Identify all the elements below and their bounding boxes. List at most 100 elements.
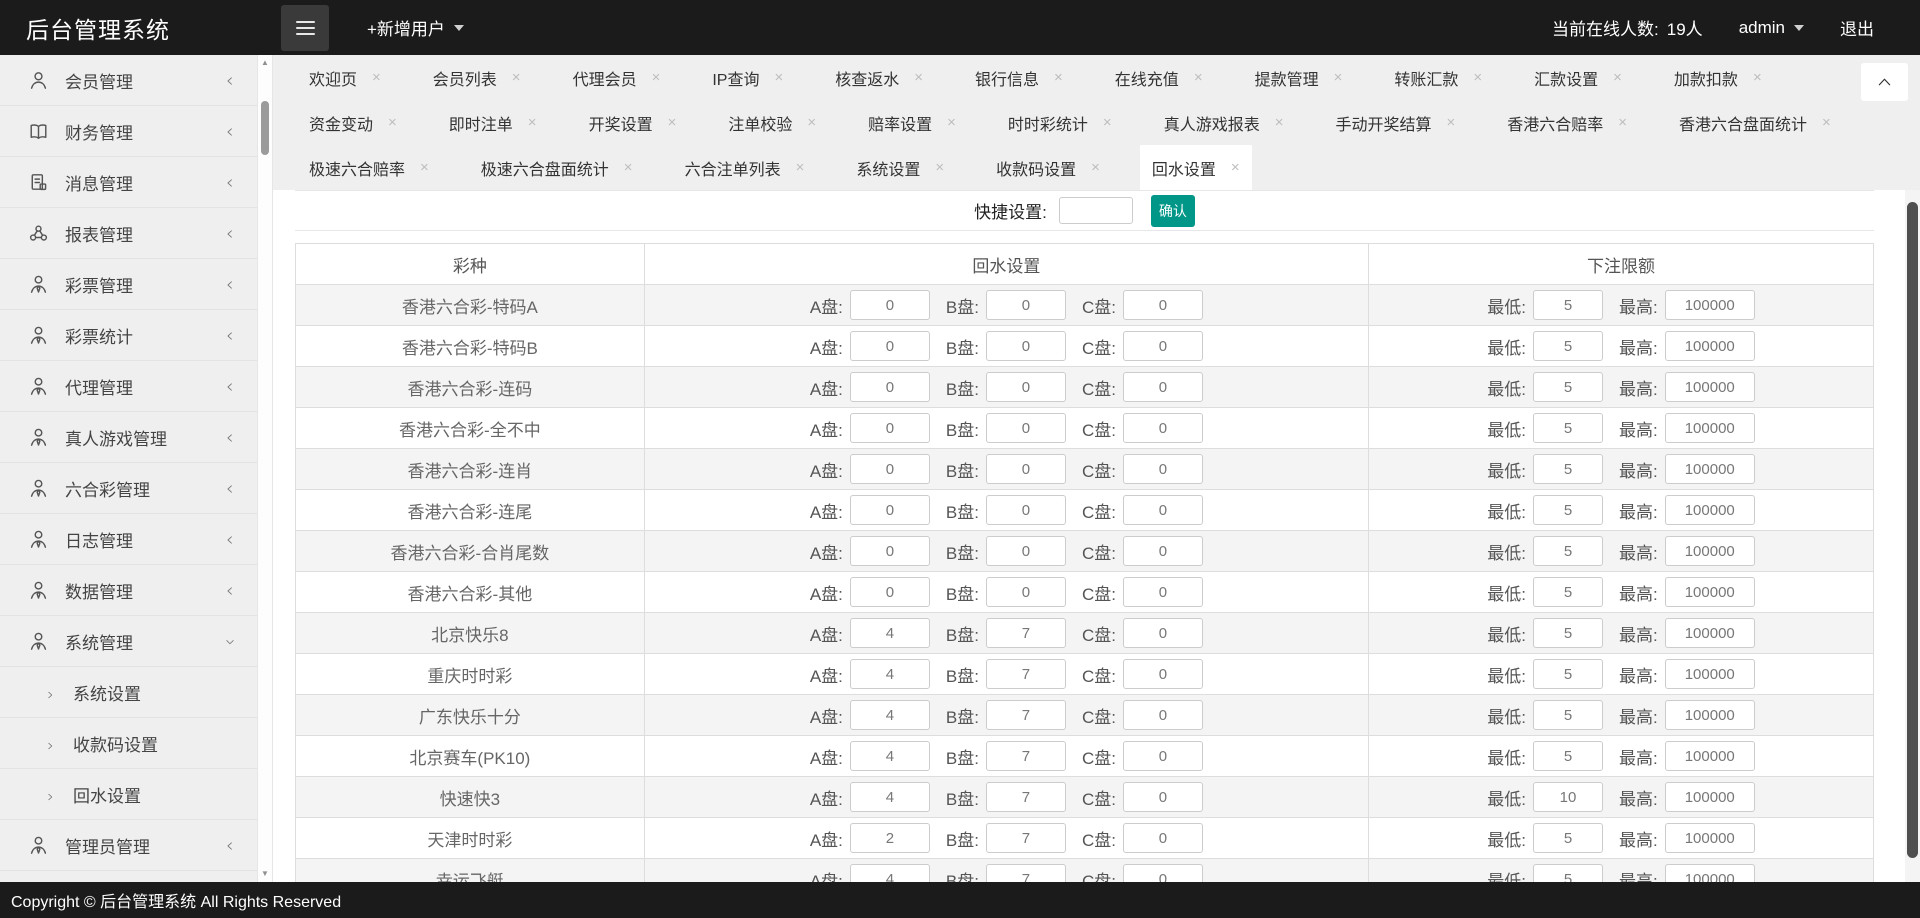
tab-close-icon[interactable]: × [1194,69,1203,86]
tab-close-icon[interactable]: × [1753,69,1762,86]
sidebar-item[interactable]: 彩票管理 [0,259,257,310]
plate-c-input[interactable] [1122,618,1203,648]
sidebar-item[interactable]: 数据管理 [0,565,257,616]
plate-b-input[interactable] [985,700,1066,730]
tab[interactable]: 香港六合赔率 × [1495,100,1639,145]
max-bet-input[interactable] [1664,413,1755,443]
min-bet-input[interactable] [1533,823,1604,853]
plate-b-input[interactable] [985,536,1066,566]
tab-close-icon[interactable]: × [1091,159,1100,176]
sidebar-item[interactable]: 报表管理 [0,208,257,259]
tab[interactable]: 赔率设置 × [856,100,968,145]
plate-b-input[interactable] [985,290,1066,320]
sidebar-item[interactable]: 管理员管理 [0,820,257,871]
tab-close-icon[interactable]: × [774,69,783,86]
plate-b-input[interactable] [985,741,1066,771]
plate-a-input[interactable] [849,782,930,812]
plate-b-input[interactable] [985,495,1066,525]
plate-b-input[interactable] [985,577,1066,607]
tab-close-icon[interactable]: × [1618,114,1627,131]
tab[interactable]: 转账汇款 × [1382,55,1494,100]
tab-close-icon[interactable]: × [807,114,816,131]
tab-close-icon[interactable]: × [1822,114,1831,131]
plate-c-input[interactable] [1122,454,1203,484]
main-scrollbar[interactable] [1905,190,1920,882]
plate-c-input[interactable] [1122,536,1203,566]
plate-a-input[interactable] [849,577,930,607]
tab[interactable]: 核查返水 × [823,55,935,100]
tab-close-icon[interactable]: × [652,69,661,86]
max-bet-input[interactable] [1664,700,1755,730]
max-bet-input[interactable] [1664,290,1755,320]
tab[interactable]: IP查询 × [700,55,795,100]
max-bet-input[interactable] [1664,372,1755,402]
min-bet-input[interactable] [1533,331,1604,361]
max-bet-input[interactable] [1664,618,1755,648]
tab-close-icon[interactable]: × [935,159,944,176]
plate-a-input[interactable] [849,864,930,882]
tab-close-icon[interactable]: × [1275,114,1284,131]
plate-a-input[interactable] [849,290,930,320]
sidebar-item[interactable]: 系统管理 [0,616,257,667]
min-bet-input[interactable] [1533,290,1604,320]
tab-close-icon[interactable]: × [372,69,381,86]
sidebar-subitem[interactable]: 回水设置 [0,769,257,820]
tab-close-icon[interactable]: × [1473,69,1482,86]
plate-c-input[interactable] [1122,864,1203,882]
max-bet-input[interactable] [1664,331,1755,361]
scroll-down-icon[interactable]: ▼ [258,867,272,881]
collapse-tabs-button[interactable] [1861,63,1908,101]
plate-c-input[interactable] [1122,331,1203,361]
tab-close-icon[interactable]: × [1054,69,1063,86]
tab[interactable]: 在线充值 × [1103,55,1215,100]
tab-close-icon[interactable]: × [1103,114,1112,131]
plate-a-input[interactable] [849,372,930,402]
plate-c-input[interactable] [1122,659,1203,689]
plate-b-input[interactable] [985,372,1066,402]
tab-close-icon[interactable]: × [420,159,429,176]
tab-close-icon[interactable]: × [1231,159,1240,176]
plate-a-input[interactable] [849,536,930,566]
max-bet-input[interactable] [1664,864,1755,882]
tab-close-icon[interactable]: × [528,114,537,131]
plate-c-input[interactable] [1122,782,1203,812]
plate-a-input[interactable] [849,700,930,730]
plate-b-input[interactable] [985,413,1066,443]
tab[interactable]: 手动开奖结算 × [1323,100,1467,145]
max-bet-input[interactable] [1664,454,1755,484]
tab[interactable]: 代理会员 × [561,55,673,100]
tab[interactable]: 极速六合赔率 × [297,145,441,190]
plate-a-input[interactable] [849,413,930,443]
main-scrollbar-thumb[interactable] [1907,202,1918,858]
tab[interactable]: 开奖设置 × [577,100,689,145]
plate-a-input[interactable] [849,659,930,689]
sidebar-subitem[interactable]: 系统设置 [0,667,257,718]
plate-b-input[interactable] [985,823,1066,853]
max-bet-input[interactable] [1664,741,1755,771]
tab-close-icon[interactable]: × [914,69,923,86]
plate-b-input[interactable] [985,864,1066,882]
user-menu[interactable]: admin [1739,18,1804,38]
tab[interactable]: 真人游戏报表 × [1152,100,1296,145]
sidebar-subitem[interactable]: 收款码设置 [0,718,257,769]
tab[interactable]: 六合注单列表 × [673,145,817,190]
plate-c-input[interactable] [1122,700,1203,730]
tab[interactable]: 资金变动 × [297,100,409,145]
min-bet-input[interactable] [1533,618,1604,648]
plate-c-input[interactable] [1122,577,1203,607]
quick-set-input[interactable] [1058,197,1133,224]
sidebar-scrollbar-thumb[interactable] [261,101,269,155]
tab[interactable]: 即时注单 × [437,100,549,145]
sidebar-item[interactable]: 会员管理 [0,55,257,106]
plate-b-input[interactable] [985,782,1066,812]
sidebar-item[interactable]: 日志管理 [0,514,257,565]
plate-c-input[interactable] [1122,495,1203,525]
tab[interactable]: 注单校验 × [716,100,828,145]
plate-a-input[interactable] [849,495,930,525]
max-bet-input[interactable] [1664,577,1755,607]
max-bet-input[interactable] [1664,659,1755,689]
plate-c-input[interactable] [1122,741,1203,771]
plate-c-input[interactable] [1122,413,1203,443]
plate-c-input[interactable] [1122,290,1203,320]
tab-active[interactable]: 回水设置 × [1139,145,1252,190]
